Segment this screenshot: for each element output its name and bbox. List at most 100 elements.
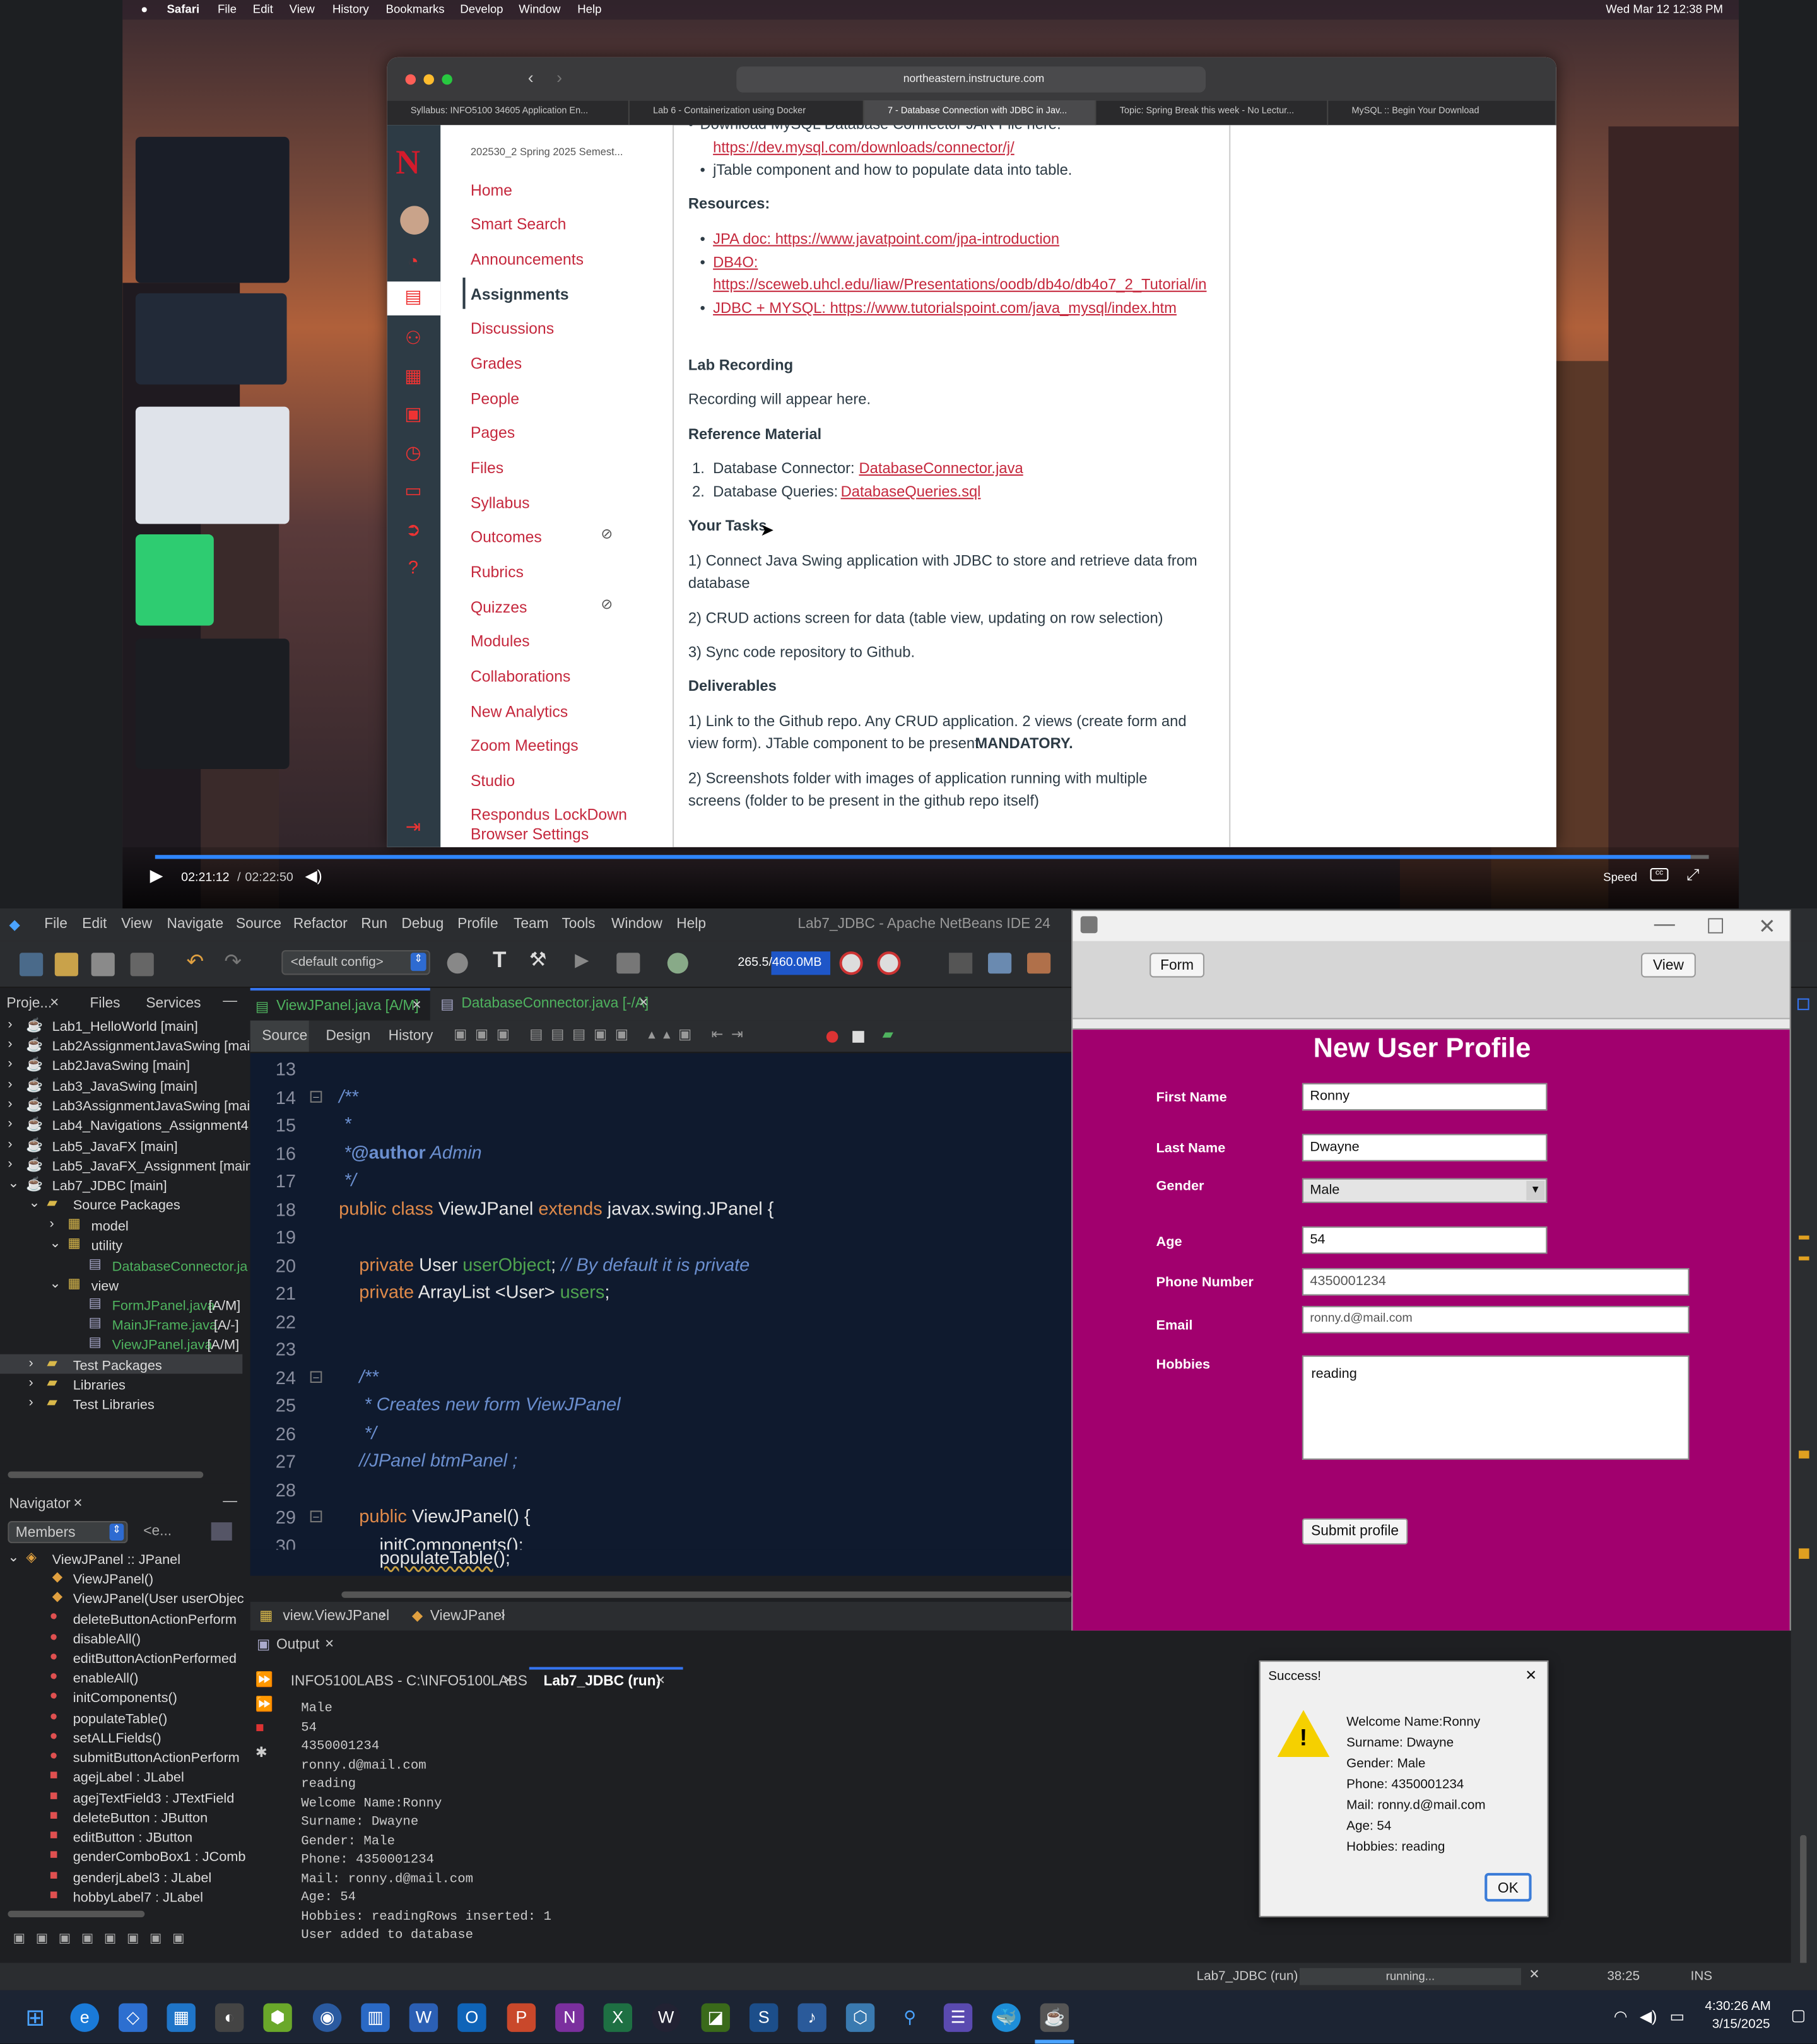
nav-item[interactable]: genderjLabel3 : JLabel [73,1871,212,1886]
expand-icon[interactable]: › [28,1356,33,1371]
minimize-icon[interactable]: — [223,993,237,1009]
db4o-label[interactable]: DB4O: [713,256,758,271]
list-view-icon[interactable] [211,1522,232,1541]
tree-project[interactable]: Lab3AssignmentJavaSwing [main [52,1099,258,1115]
nav-item[interactable]: ViewJPanel() [73,1572,153,1588]
jdbc-link[interactable]: JDBC + MYSQL: https://www.tutorialspoint… [713,301,1177,317]
nb-menu-window[interactable]: Window [611,916,662,932]
tree-file[interactable]: ViewJPanel.java [112,1337,213,1353]
breadcrumb-item[interactable]: ViewJPanel [430,1608,505,1624]
scrollbar[interactable] [341,1591,1072,1598]
battery-icon[interactable]: ▭ [1670,2007,1685,2026]
app-icon[interactable]: ◉ [312,2003,342,2032]
new-file-icon[interactable] [19,953,44,977]
last-name-field[interactable]: Dwayne [1302,1134,1548,1161]
filter-icon[interactable]: ▣ [150,1932,162,1946]
tab-mysql[interactable]: MySQL :: Begin Your Download [1328,100,1556,126]
filter-icon[interactable]: ▣ [104,1932,117,1946]
expand-icon[interactable]: › [8,1137,12,1153]
expand-icon[interactable]: › [8,1016,12,1032]
logo-icon[interactable]: N [395,143,421,181]
tree-source-packages[interactable]: Source Packages [73,1198,180,1214]
minimize-icon[interactable]: — [223,1494,237,1510]
nav-item[interactable]: agejLabel : JLabel [73,1770,184,1786]
expand-icon[interactable]: › [8,1115,12,1131]
design-tab[interactable]: Design [326,1028,371,1044]
expand-icon[interactable]: › [8,1096,12,1112]
tree-project[interactable]: Lab2JavaSwing [main] [52,1059,190,1074]
breadcrumb-item[interactable]: view.ViewJPanel [283,1608,389,1624]
tree-project[interactable]: Lab2AssignmentJavaSwing [main [52,1039,258,1055]
rerun-icon[interactable]: ⏩ [256,1696,276,1713]
ok-button[interactable]: OK [1485,1872,1532,1902]
window-thumbnail[interactable] [135,406,290,524]
panel-icon[interactable] [1797,998,1809,1011]
captions-icon[interactable]: cc [1650,867,1669,881]
nav-item[interactable]: initComponents() [73,1691,177,1706]
minimize-icon[interactable] [423,74,434,85]
nb-menu-file[interactable]: File [44,916,68,932]
tree-test-packages[interactable]: Test Packages [73,1358,162,1374]
maximize-icon[interactable] [442,74,452,85]
debug-icon[interactable] [616,953,640,974]
apple-icon[interactable]: ● [141,3,148,16]
mysql-link[interactable]: https://dev.mysql.com/downloads/connecto… [713,141,1014,156]
filter-icon[interactable]: ▣ [81,1932,94,1946]
back-icon[interactable]: ‹ [528,68,534,87]
close-icon[interactable]: ✕ [503,1674,513,1688]
nav-rubrics[interactable]: Rubrics [471,563,524,582]
nav-modules[interactable]: Modules [471,632,530,650]
expand-icon[interactable]: › [8,1036,12,1052]
filter-select[interactable]: <e... [138,1521,201,1543]
app-icon[interactable]: ☰ [943,2003,973,2032]
collapse-icon[interactable]: ⇥ [400,816,426,842]
expand-icon[interactable]: › [8,1077,12,1093]
wordpress-icon[interactable]: W [652,2003,681,2032]
nav-syllabus[interactable]: Syllabus [471,494,530,512]
nav-item[interactable]: submitButtonActionPerform [73,1751,240,1766]
cancel-icon[interactable]: ✕ [1529,1968,1539,1983]
nav-pages[interactable]: Pages [471,423,515,442]
close-icon[interactable] [405,74,416,85]
filter-icon[interactable]: ▣ [172,1932,185,1946]
expand-icon[interactable]: › [28,1395,33,1411]
inbox-icon[interactable]: ▣ [400,402,426,428]
tree-test-libraries[interactable]: Test Libraries [73,1397,155,1413]
nav-quizzes[interactable]: Quizzes [471,598,527,616]
tree-project[interactable]: Lab1_HelloWorld [main] [52,1019,198,1035]
editor-tab[interactable]: ▤ DatabaseConnector.java [-/A] ✕ [433,988,654,1021]
filter-icon[interactable]: ▣ [127,1932,139,1946]
commons-icon[interactable]: ➲ [400,519,426,544]
form-button[interactable]: Form [1150,953,1204,978]
collapse-icon[interactable]: ⌄ [28,1195,40,1211]
nav-people[interactable]: People [471,390,519,408]
redo-icon[interactable]: ↷ [224,949,242,975]
nav-new-analytics[interactable]: New Analytics [471,703,568,721]
tab-lab6[interactable]: Lab 6 - Containerization using Docker [630,100,864,126]
nav-item[interactable]: setALLFields() [73,1731,162,1747]
menu-view[interactable]: View [290,3,315,16]
volume-icon[interactable]: ◀) [1640,2007,1657,2026]
scrollbar[interactable] [8,1910,145,1918]
nb-menu-source[interactable]: Source [236,916,281,932]
taskbar-date[interactable]: 3/15/2025 [1705,2018,1770,2032]
gc-icon[interactable] [839,951,863,975]
db-connector-link[interactable]: DatabaseConnector.java [859,461,1023,477]
nav-files[interactable]: Files [471,459,503,477]
window-thumbnail[interactable] [135,534,214,626]
volume-icon[interactable]: ◀) [305,867,322,885]
jpa-link[interactable]: JPA doc: https://www.javatpoint.com/jpa-… [713,232,1059,248]
app-icon[interactable]: ⬡ [845,2003,875,2032]
stop-macro-icon[interactable] [852,1031,864,1043]
nav-item[interactable]: deleteButtonActionPerform [73,1612,237,1628]
tab-files[interactable]: Files [90,996,121,1011]
filter-icon[interactable]: ▣ [13,1932,26,1946]
menu-edit[interactable]: Edit [253,3,273,16]
nb-menu-tools[interactable]: Tools [562,916,595,932]
close-icon[interactable]: ✕ [656,1674,666,1688]
code-editor[interactable]: 13 14 15 16 17 18 19 20 21 22 23 24 25 2… [250,1053,1074,1580]
excel-icon[interactable]: X [603,2003,633,2032]
expand-icon[interactable]: › [28,1375,33,1391]
tree-file[interactable]: FormJPanel.java [112,1298,215,1314]
help-icon[interactable]: ? [400,556,426,582]
